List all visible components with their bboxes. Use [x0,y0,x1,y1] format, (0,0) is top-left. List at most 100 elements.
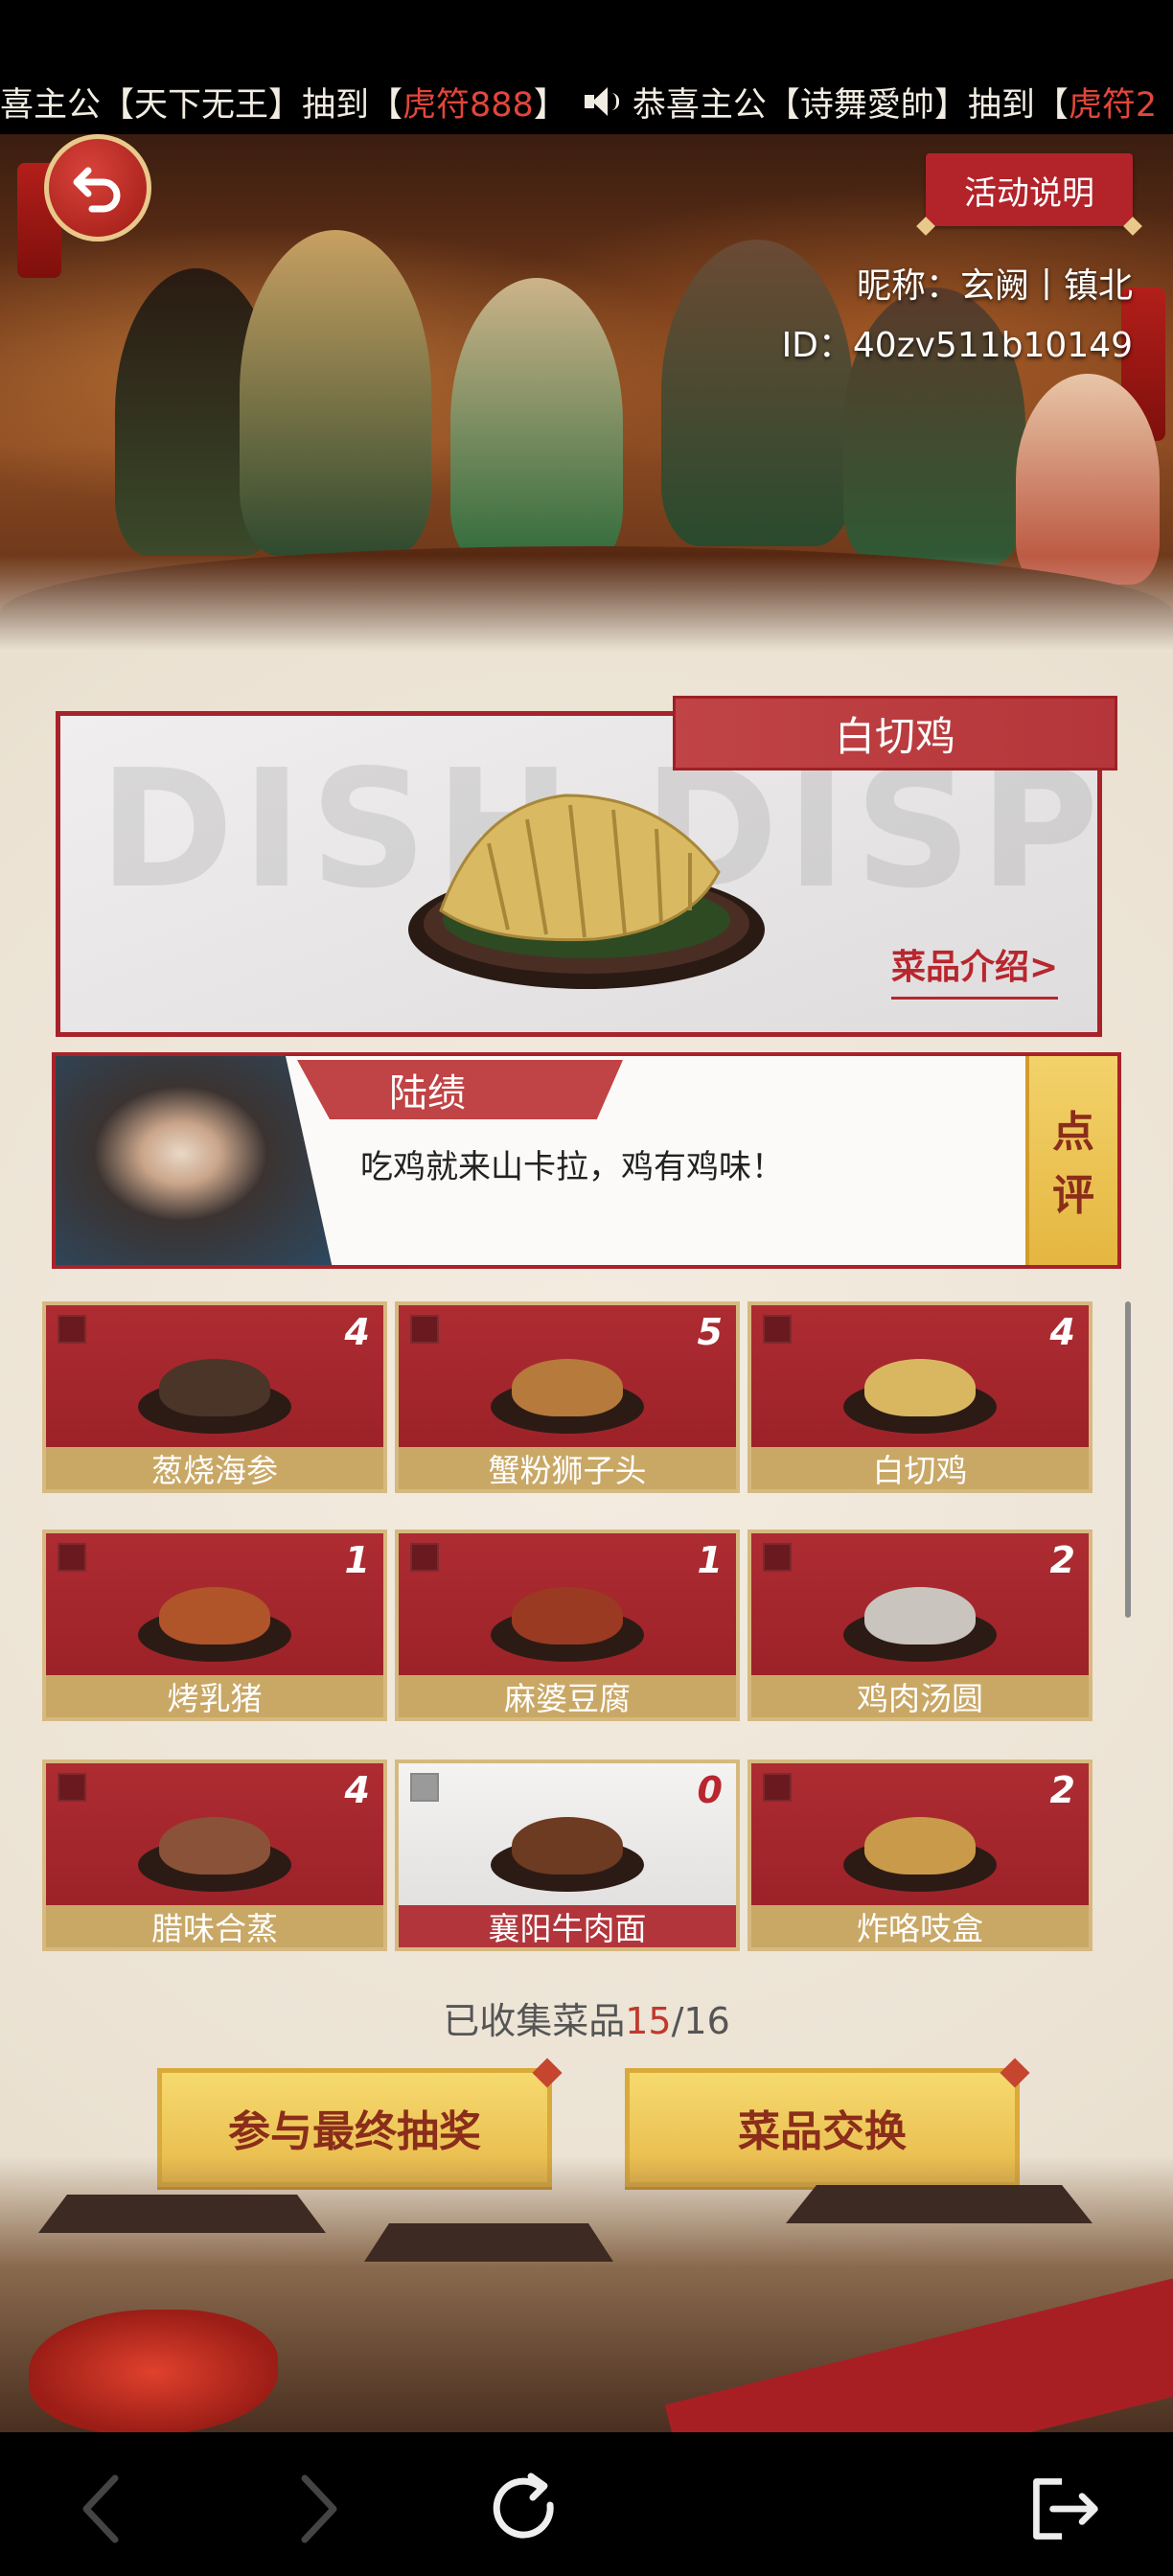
character-figure [450,278,623,565]
dish-select-checkbox[interactable] [763,1315,792,1344]
dish-card[interactable]: 5 蟹粉狮子头 [395,1301,740,1493]
character-figure [240,230,431,556]
roof-decoration [786,2185,1092,2223]
dish-name: 麻婆豆腐 [399,1675,736,1717]
dish-card[interactable]: 4 葱烧海参 [42,1301,387,1493]
character-name: 陆绩 [297,1060,623,1119]
dish-select-checkbox[interactable] [410,1315,439,1344]
dish-name: 腊味合蒸 [46,1905,383,1947]
marquee-highlight-2: 虎符2 [1068,85,1158,125]
nav-reload-button[interactable] [487,2471,564,2547]
marquee-text-1: 喜主公【天下无王】抽到【 [0,85,403,125]
dish-count: 4 [1049,1311,1075,1353]
collection-total: 16 [683,2000,730,2042]
dish-name: 葱烧海参 [46,1447,383,1489]
dish-card[interactable]: 1 烤乳猪 [42,1530,387,1721]
dish-select-checkbox[interactable] [58,1315,86,1344]
dish-select-checkbox[interactable] [410,1773,439,1802]
collection-separator: / [671,2000,684,2042]
grid-scrollbar[interactable] [1125,1301,1131,1618]
chevron-right-icon [301,2474,337,2543]
rate-label-1: 点 [1052,1108,1094,1157]
collection-current: 15 [625,2000,672,2042]
featured-dish-image [408,794,765,989]
character-figure [1016,374,1160,585]
collection-prefix: 已收集菜品 [443,2000,626,2042]
dish-image [138,1334,291,1434]
dish-card[interactable]: 1 麻婆豆腐 [395,1530,740,1721]
rules-label: 活动说明 [964,173,1094,213]
dish-name: 白切鸡 [751,1447,1089,1489]
browser-nav-bar [0,2432,1173,2576]
dish-card-image-area: 2 [751,1533,1089,1675]
banner-illustration: 活动说明 昵称：玄阙丨镇北 ID：40zv511b10149 [0,134,1173,652]
dish-card[interactable]: 0 襄阳牛肉面 [395,1760,740,1951]
announcement-marquee: 喜主公【天下无王】抽到【 虎符888】 恭喜主公【诗舞愛帥】抽到【 虎符2 [0,69,1173,134]
dish-image [843,1562,997,1662]
dish-image [491,1562,644,1662]
dish-image [138,1562,291,1662]
dish-image [138,1792,291,1892]
dish-select-checkbox[interactable] [58,1773,86,1802]
dish-name: 炸咯吱盒 [751,1905,1089,1947]
event-page: 活动说明 昵称：玄阙丨镇北 ID：40zv511b10149 DISH DISP… [0,134,1173,2432]
dish-count: 4 [344,1311,370,1353]
reload-icon [493,2472,554,2539]
dish-card-image-area: 2 [751,1763,1089,1905]
roof-decoration [364,2223,613,2262]
dish-select-checkbox[interactable] [763,1773,792,1802]
back-arrow-icon [73,167,121,213]
dish-select-checkbox[interactable] [410,1543,439,1572]
marquee-text-3: 恭喜主公【诗舞愛帥】抽到【 [632,85,1069,125]
collection-progress: 已收集菜品15/16 [0,1991,1173,2044]
dish-count: 4 [344,1769,370,1811]
dish-count: 1 [697,1539,723,1581]
dish-card[interactable]: 4 白切鸡 [748,1301,1092,1493]
dish-select-checkbox[interactable] [763,1543,792,1572]
dish-image [843,1792,997,1892]
nav-back-button[interactable] [63,2471,140,2547]
status-bar [0,0,1173,69]
dish-exchange-label: 菜品交换 [738,2107,907,2156]
dish-card-image-area: 4 [46,1305,383,1447]
dish-grid: 4 葱烧海参 5 蟹粉狮子头 4 白切鸡 1 烤乳猪 1 麻婆豆腐 2 鸡肉汤圆 4 腊味合蒸 0 襄阳牛肉面… [38,1301,1092,1951]
dish-card[interactable]: 2 炸咯吱盒 [748,1760,1092,1951]
nickname: 昵称：玄阙丨镇北 [856,266,1133,306]
rate-label-2: 评 [1052,1171,1094,1220]
dish-card-image-area: 5 [399,1305,736,1447]
exit-icon [1033,2478,1098,2540]
dish-card-image-area: 4 [751,1305,1089,1447]
roof-decoration [38,2195,326,2233]
character-portrait [56,1056,334,1265]
comment-text: 吃鸡就来山卡拉，鸡有鸡味！ [360,1148,784,1186]
back-button[interactable] [44,134,151,242]
nav-exit-button[interactable] [1025,2471,1102,2547]
marquee-text-2: 】 [533,85,567,125]
dragon-decoration [29,2310,278,2432]
final-draw-label: 参与最终抽奖 [228,2107,481,2156]
nav-forward-button[interactable] [280,2471,356,2547]
dish-count: 2 [1049,1769,1075,1811]
dish-card[interactable]: 2 鸡肉汤圆 [748,1530,1092,1721]
dish-card[interactable]: 4 腊味合蒸 [42,1760,387,1951]
dish-intro-link[interactable]: 菜品介绍> [891,939,1059,1000]
dish-card-image-area: 0 [399,1763,736,1905]
dish-card-image-area: 1 [46,1533,383,1675]
dish-image [491,1334,644,1434]
user-id: ID：40zv511b10149 [781,326,1133,365]
dish-count: 2 [1049,1539,1075,1581]
featured-dish-title: 白切鸡 [673,696,1117,770]
rate-button[interactable]: 点 评 [1025,1056,1117,1265]
marquee-highlight-1: 虎符888 [402,85,534,125]
speaker-icon [583,85,621,118]
rules-button[interactable]: 活动说明 [916,153,1142,236]
ribbon-decoration [664,2275,1173,2432]
dish-card-image-area: 4 [46,1763,383,1905]
festival-scene [0,2156,1173,2432]
dish-name: 襄阳牛肉面 [399,1905,736,1947]
dish-select-checkbox[interactable] [58,1543,86,1572]
chevron-left-icon [82,2474,119,2543]
dish-count: 5 [697,1311,723,1353]
dish-count: 0 [697,1769,723,1811]
dish-image [491,1792,644,1892]
